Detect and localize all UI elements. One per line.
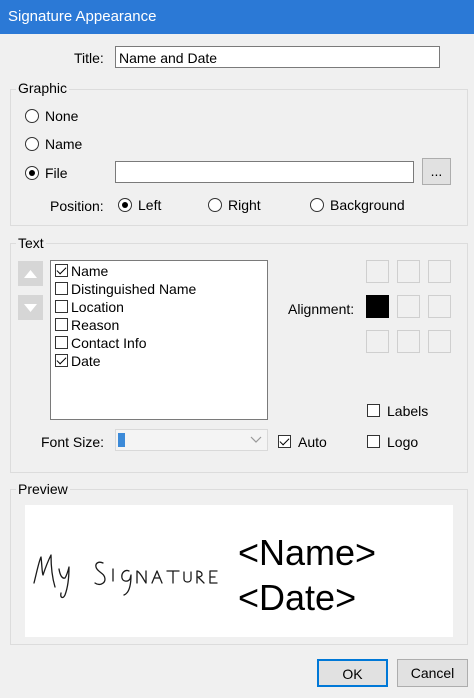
graphic-group-label: Graphic [16, 80, 70, 96]
position-left-radio-circle [118, 198, 132, 212]
graphic-name-label: Name [45, 136, 83, 152]
list-item-reason[interactable]: Reason [55, 316, 255, 334]
distinguished-name-checkbox[interactable] [55, 282, 68, 295]
window-titlebar: Signature Appearance [0, 0, 474, 34]
title-input-value: Name and Date [119, 50, 218, 66]
list-item-label: Location [71, 299, 124, 315]
file-path-input[interactable] [115, 161, 414, 183]
position-background-radio-circle [310, 198, 324, 212]
triangle-up-icon [24, 270, 37, 278]
name-checkbox[interactable] [55, 264, 68, 277]
signature-drawing [33, 554, 218, 599]
graphic-name-radio-circle [25, 137, 39, 151]
auto-checkbox[interactable] [278, 435, 291, 448]
position-right-label: Right [228, 197, 261, 213]
auto-option-label: Auto [298, 434, 327, 450]
font-size-caret [118, 433, 125, 447]
graphic-file-radio-circle [25, 166, 39, 180]
position-background-label: Background [330, 197, 405, 213]
graphic-file-radio[interactable]: File [25, 165, 105, 183]
align-middle-right-cell[interactable] [428, 295, 451, 318]
labels-option[interactable]: Labels [367, 403, 447, 421]
logo-checkbox[interactable] [367, 435, 380, 448]
list-item-label: Distinguished Name [71, 281, 197, 297]
move-down-button[interactable] [18, 295, 43, 320]
cancel-button[interactable]: Cancel [397, 659, 468, 687]
preview-date-line: <Date> [238, 577, 357, 618]
text-fields-list[interactable]: Name Distinguished Name Location Reason … [50, 260, 268, 420]
align-middle-left-cell[interactable] [366, 295, 389, 318]
logo-option-label: Logo [387, 434, 419, 450]
align-bottom-center-cell[interactable] [397, 330, 420, 353]
align-bottom-right-cell[interactable] [428, 330, 451, 353]
list-item-location[interactable]: Location [55, 298, 255, 316]
list-item-name[interactable]: Name [55, 262, 255, 280]
align-top-left-cell[interactable] [366, 260, 389, 283]
date-checkbox[interactable] [55, 354, 68, 367]
list-item-label: Name [71, 263, 109, 279]
title-label: Title: [74, 50, 104, 66]
list-item-label: Contact Info [71, 335, 147, 351]
labels-option-label: Labels [387, 403, 429, 419]
position-right-radio[interactable]: Right [208, 197, 278, 215]
handwritten-signature [29, 545, 239, 605]
position-background-radio[interactable]: Background [310, 197, 420, 215]
font-size-select[interactable] [115, 429, 268, 451]
list-item-label: Reason [71, 317, 120, 333]
title-input[interactable]: Name and Date [115, 46, 440, 68]
window-title: Signature Appearance [8, 8, 157, 25]
align-top-right-cell[interactable] [428, 260, 451, 283]
graphic-none-label: None [45, 108, 79, 124]
labels-checkbox[interactable] [367, 404, 380, 417]
move-up-button[interactable] [18, 261, 43, 286]
preview-name-line: <Name> [238, 532, 377, 573]
browse-button[interactable]: ... [422, 158, 451, 185]
align-middle-center-cell[interactable] [397, 295, 420, 318]
triangle-down-icon [24, 304, 37, 312]
list-item-date[interactable]: Date [55, 352, 255, 370]
list-item-label: Date [71, 353, 101, 369]
position-label: Position: [50, 198, 104, 214]
list-item-contact-info[interactable]: Contact Info [55, 334, 255, 352]
logo-option[interactable]: Logo [367, 434, 447, 452]
alignment-label: Alignment: [288, 301, 355, 317]
alignment-grid [366, 260, 452, 354]
font-size-label: Font Size: [41, 434, 105, 450]
align-top-center-cell[interactable] [397, 260, 420, 283]
text-group-label: Text [16, 235, 46, 251]
graphic-file-label: File [45, 165, 68, 181]
graphic-name-radio[interactable]: Name [25, 136, 105, 154]
graphic-none-radio[interactable]: None [25, 108, 105, 126]
list-item-distinguished-name[interactable]: Distinguished Name [55, 280, 255, 298]
ok-button[interactable]: OK [317, 659, 388, 687]
location-checkbox[interactable] [55, 300, 68, 313]
auto-option[interactable]: Auto [278, 434, 338, 452]
reason-checkbox[interactable] [55, 318, 68, 331]
position-left-label: Left [138, 197, 162, 213]
contact-info-checkbox[interactable] [55, 336, 68, 349]
preview-pane: <Name> <Date> [25, 505, 453, 637]
preview-group-label: Preview [16, 481, 70, 497]
position-right-radio-circle [208, 198, 222, 212]
position-left-radio[interactable]: Left [118, 197, 188, 215]
chevron-down-icon [250, 436, 262, 443]
align-bottom-left-cell[interactable] [366, 330, 389, 353]
graphic-none-radio-circle [25, 109, 39, 123]
